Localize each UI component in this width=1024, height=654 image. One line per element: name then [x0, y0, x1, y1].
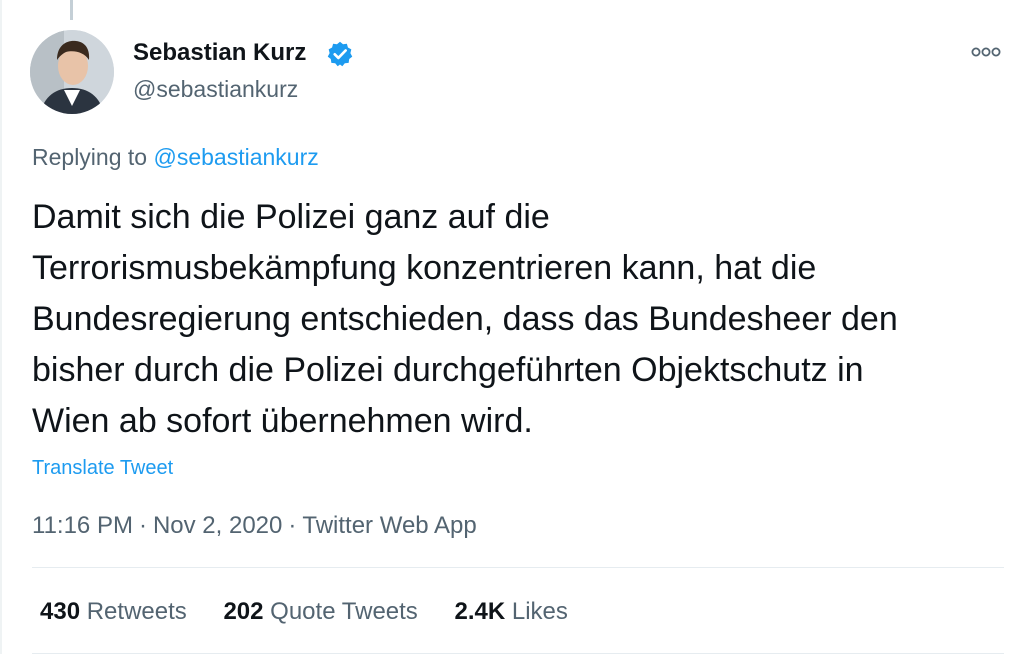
divider — [32, 567, 1004, 568]
quote-tweets-stat-link[interactable]: 202 Quote Tweets — [223, 596, 417, 628]
avatar[interactable] — [30, 30, 114, 114]
tweet-text-line: Bundesregierung entschieden, dass das Bu… — [32, 300, 898, 338]
tweet-card: Sebastian Kurz @sebastiankurz Replying t… — [0, 0, 1024, 654]
verified-badge-icon — [327, 41, 353, 67]
likes-count: 2.4K — [454, 598, 506, 625]
tweet-text-line: Damit sich die Polizei ganz auf die — [32, 198, 550, 236]
retweets-count: 430 — [40, 598, 81, 625]
replying-to-label: Replying to — [32, 144, 148, 170]
tweet-source-link[interactable]: Twitter Web App — [302, 512, 476, 539]
translate-tweet-link[interactable]: Translate Tweet — [32, 454, 173, 482]
quote-tweets-label: Quote Tweets — [270, 598, 418, 625]
tweet-time-link[interactable]: 11:16 PM — [32, 512, 133, 539]
thread-connector-line — [70, 0, 73, 20]
left-border — [0, 0, 2, 654]
replying-to: Replying to @sebastiankurz — [32, 142, 319, 172]
likes-stat-link[interactable]: 2.4K Likes — [454, 596, 567, 628]
retweets-label: Retweets — [86, 598, 187, 625]
engagement-stats: 430 Retweets 202 Quote Tweets 2.4K Likes — [40, 596, 598, 628]
separator: · — [288, 512, 297, 539]
retweets-stat-link[interactable]: 430 Retweets — [40, 596, 187, 628]
separator: · — [138, 512, 147, 539]
tweet-date-link[interactable]: Nov 2, 2020 — [153, 512, 282, 539]
tweet-text-line: Wien ab sofort übernehmen wird. — [32, 402, 533, 440]
tweet-text: Damit sich die Polizei ganz auf die Terr… — [32, 192, 1007, 447]
quote-tweets-count: 202 — [223, 598, 264, 625]
profile-photo-icon — [30, 30, 114, 114]
author-name[interactable]: Sebastian Kurz — [133, 38, 306, 68]
more-options-icon[interactable] — [970, 42, 1002, 62]
author-handle[interactable]: @sebastiankurz — [133, 74, 298, 104]
tweet-metadata: 11:16 PM · Nov 2, 2020 · Twitter Web App — [32, 510, 477, 542]
tweet-text-line: bisher durch die Polizei durchgeführten … — [32, 351, 864, 389]
likes-label: Likes — [511, 598, 568, 625]
reply-mention-link[interactable]: @sebastiankurz — [153, 144, 318, 170]
tweet-text-line: Terrorismusbekämpfung konzentrieren kann… — [32, 249, 817, 287]
